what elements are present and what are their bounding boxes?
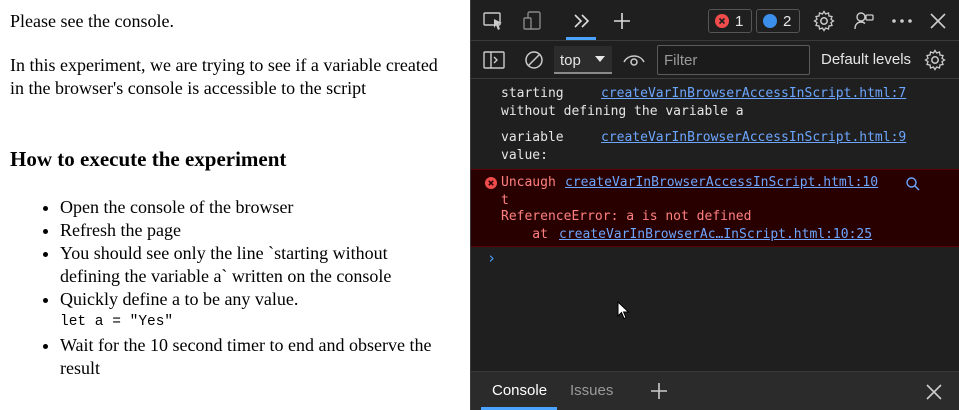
console-message: variable value: createVarInBrowserAccess…	[471, 129, 959, 169]
active-tab-indicator	[566, 37, 596, 40]
console-prompt[interactable]: ›	[487, 249, 496, 267]
console-output: starting without defining the variable a…	[471, 79, 959, 372]
description-text: In this experiment, we are trying to see…	[10, 55, 438, 98]
stack-prefix: at	[501, 227, 556, 242]
devtools-panel: 1 2 top Filter Default levels starting w…	[470, 0, 959, 410]
source-link[interactable]: createVarInBrowserAccessInScript.html:7	[601, 85, 906, 103]
message-count-badge[interactable]: 2	[756, 9, 800, 33]
more-options-icon[interactable]	[889, 8, 915, 34]
add-tab-icon[interactable]	[649, 381, 669, 401]
console-settings-gear-icon[interactable]	[922, 47, 948, 73]
console-error-message: Uncaugh t createVarInBrowserAccessInScri…	[471, 169, 959, 247]
default-levels-dropdown[interactable]: Default levels	[821, 51, 911, 68]
more-tabs-icon[interactable]	[569, 8, 595, 34]
web-page: Please see the console. In this experime…	[0, 0, 470, 410]
list-item: Open the console of the browser	[60, 196, 450, 219]
close-devtools-icon[interactable]	[925, 8, 951, 34]
inspect-element-icon[interactable]	[481, 8, 507, 34]
step-text: Quickly define a to be any value.	[60, 289, 299, 309]
context-select-value: top	[560, 51, 581, 69]
message-icon	[763, 14, 777, 28]
intro-text: Please see the console.	[10, 11, 174, 31]
tab-issues[interactable]: Issues	[570, 382, 613, 399]
code-snippet: let a = "Yes"	[60, 314, 174, 330]
tab-console[interactable]: Console	[492, 382, 547, 399]
error-message: ReferenceError: a is not defined	[501, 209, 752, 224]
settings-gear-icon[interactable]	[811, 8, 837, 34]
close-drawer-icon[interactable]	[926, 384, 942, 400]
search-icon[interactable]	[905, 176, 921, 192]
devtools-toolbar: 1 2	[471, 0, 959, 41]
list-item: Quickly define a to be any value. let a =…	[60, 288, 450, 334]
page-heading: How to execute the experiment	[10, 147, 287, 171]
mouse-cursor-icon	[617, 301, 630, 320]
source-link[interactable]: createVarInBrowserAccessInScript.html:10	[565, 174, 878, 192]
error-count: 1	[735, 12, 744, 30]
sidebar-toggle-icon[interactable]	[481, 47, 507, 73]
add-tab-icon[interactable]	[609, 8, 635, 34]
filter-input[interactable]	[657, 45, 810, 75]
device-emulation-icon[interactable]	[521, 8, 547, 34]
chevron-down-icon	[595, 56, 605, 62]
clear-console-icon[interactable]	[521, 47, 547, 73]
message-count: 2	[783, 12, 792, 30]
list-item: Wait for the 10 second timer to end and …	[60, 334, 450, 380]
error-count-badge[interactable]: 1	[708, 9, 752, 33]
list-item: Refresh the page	[60, 219, 450, 242]
error-prefix: Uncaugh t	[501, 175, 556, 208]
error-icon	[485, 177, 497, 189]
feedback-icon[interactable]	[851, 8, 877, 34]
console-message: starting without defining the variable a…	[471, 85, 959, 125]
steps-list: Open the console of the browser Refresh …	[0, 196, 450, 380]
console-toolbar: top Default levels	[471, 41, 959, 79]
stack-trace-link[interactable]: createVarInBrowserAc…InScript.html:10:25	[559, 226, 872, 244]
list-item: You should see only the line `starting w…	[60, 242, 450, 288]
error-icon	[715, 14, 729, 28]
select-underline	[554, 72, 612, 74]
message-text: variable value:	[501, 130, 564, 163]
drawer-tabs: Console Issues	[471, 371, 959, 410]
context-select[interactable]: top	[554, 46, 612, 74]
live-expression-eye-icon[interactable]	[621, 47, 647, 73]
source-link[interactable]: createVarInBrowserAccessInScript.html:9	[601, 129, 906, 147]
